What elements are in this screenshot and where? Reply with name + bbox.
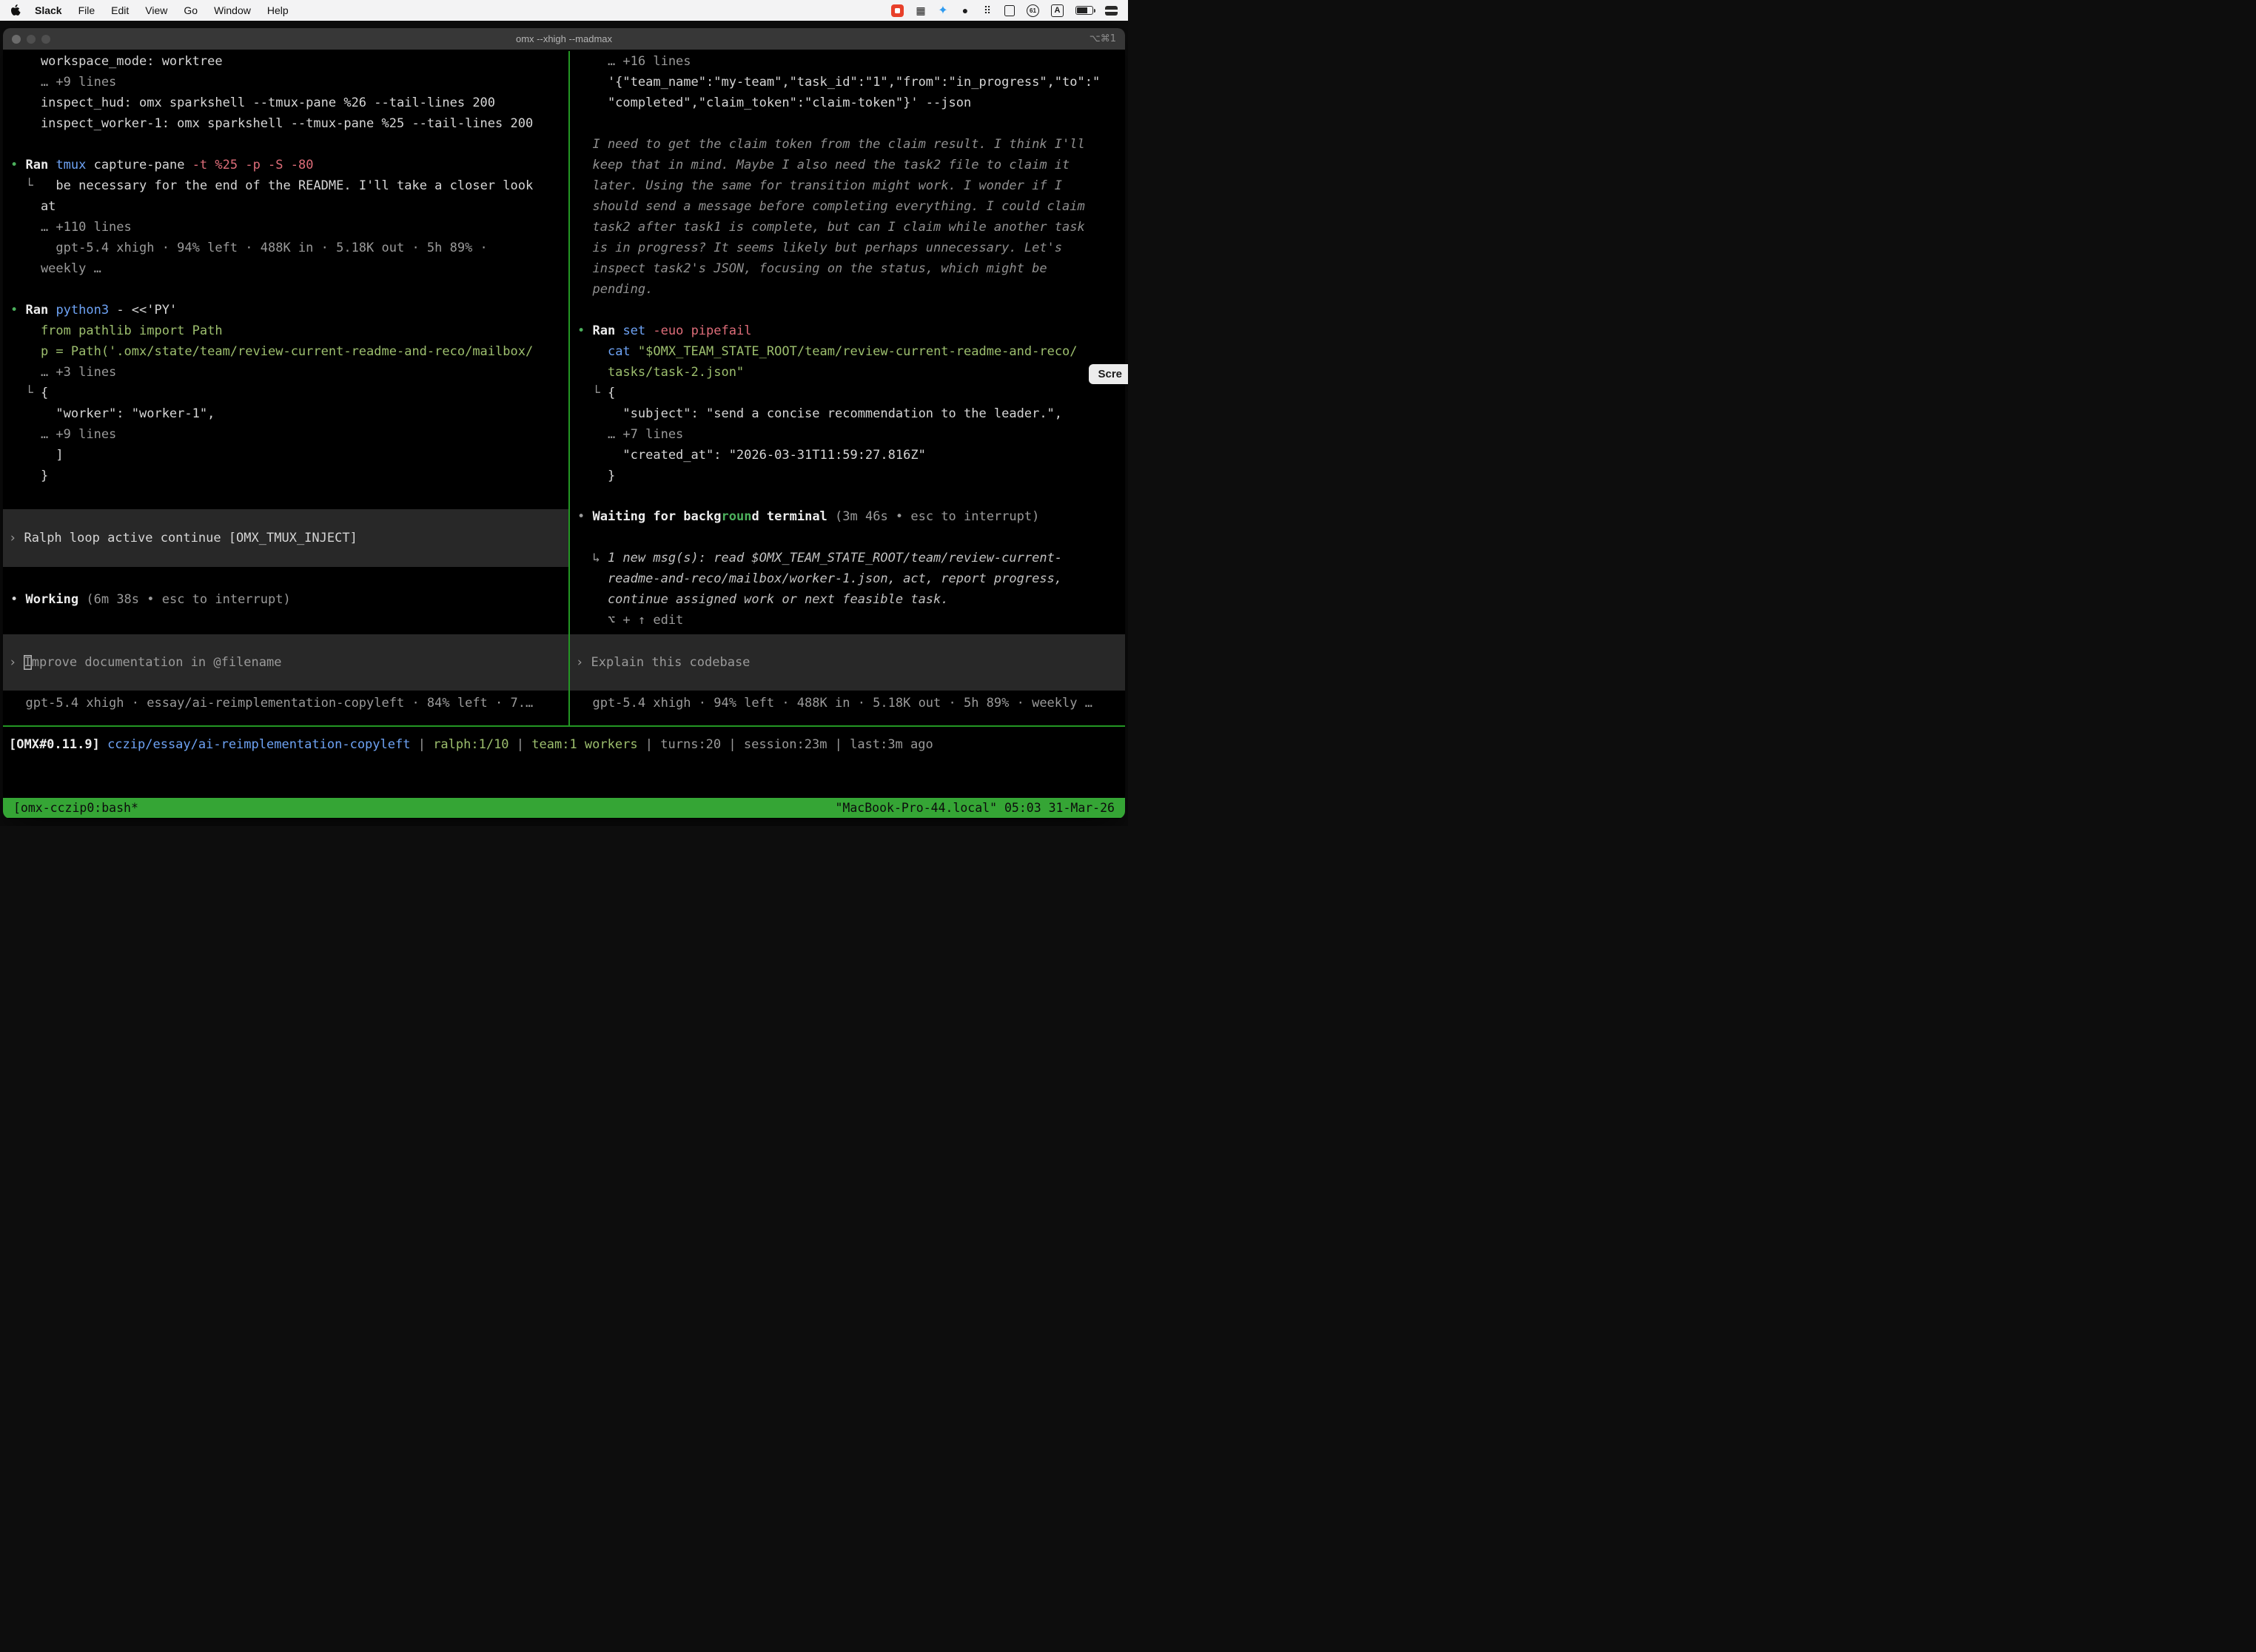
traffic-lights <box>12 35 50 44</box>
terminal-line: … +3 lines <box>3 362 568 383</box>
terminal-line: … +16 lines <box>570 51 1125 72</box>
right-pane[interactable]: … +16 lines '{"team_name":"my-team","tas… <box>570 51 1125 725</box>
terminal-line: should send a message before completing … <box>570 196 1125 217</box>
terminal-line: gpt-5.4 xhigh · 94% left · 488K in · 5.1… <box>3 238 568 258</box>
battery-icon[interactable] <box>1075 6 1093 15</box>
spacer <box>570 486 1125 506</box>
terminal-line: weekly … <box>3 258 568 279</box>
terminal-line: … +9 lines <box>3 424 568 445</box>
pane-bottom-border <box>3 725 1125 727</box>
terminal-line: • Ran python3 - <<'PY' <box>3 300 568 320</box>
terminal-line: from pathlib import Path <box>3 320 568 341</box>
terminal-line: is in progress? It seems likely but perh… <box>570 238 1125 258</box>
screen-recording-indicator[interactable] <box>891 4 904 17</box>
close-button[interactable] <box>12 35 21 44</box>
terminal-line: workspace_mode: worktree <box>3 51 568 72</box>
terminal-line: ⌥ + ↑ edit <box>570 610 1125 631</box>
menu-item-edit[interactable]: Edit <box>103 4 137 16</box>
minimize-button[interactable] <box>27 35 36 44</box>
meter-icon[interactable]: 61 <box>1027 4 1039 17</box>
terminal-line: task2 after task1 is complete, but can I… <box>570 217 1125 238</box>
left-pane[interactable]: workspace_mode: worktree … +9 lines insp… <box>3 51 568 725</box>
terminal-line: ] <box>3 445 568 466</box>
tmux-session-name: [omx-cczip0:bash* <box>13 801 138 815</box>
terminal-line: keep that in mind. Maybe I also need the… <box>570 155 1125 175</box>
terminal-line: } <box>3 466 568 486</box>
terminal-line: └ { <box>3 383 568 403</box>
terminal-line: └ { <box>570 383 1125 403</box>
terminal-line: "subject": "send a concise recommendatio… <box>570 403 1125 424</box>
menu-item-view[interactable]: View <box>137 4 175 16</box>
terminal-line: I need to get the claim token from the c… <box>570 134 1125 155</box>
menu-item-help[interactable]: Help <box>259 4 297 16</box>
terminal-line: … +9 lines <box>3 72 568 93</box>
terminal-line: … +7 lines <box>570 424 1125 445</box>
terminal-line: … +110 lines <box>3 217 568 238</box>
zoom-button[interactable] <box>41 35 50 44</box>
window-title-bar[interactable]: omx --xhigh --madmax ⌥⌘1 <box>3 28 1125 50</box>
tmux-host-clock: "MacBook-Pro-44.local" 05:03 31-Mar-26 <box>836 801 1115 815</box>
window-shortcut-hint: ⌥⌘1 <box>1090 28 1116 50</box>
prompt-input[interactable]: › Improve documentation in @filename <box>3 634 568 691</box>
screen-capture-overlay[interactable]: Scre <box>1089 364 1128 384</box>
terminal-line: gpt-5.4 xhigh · 94% left · 488K in · 5.1… <box>570 693 1125 713</box>
terminal-window: omx --xhigh --madmax ⌥⌘1 workspace_mode:… <box>3 28 1125 819</box>
input-source-icon[interactable]: A <box>1051 4 1064 17</box>
menu-item-slack[interactable]: Slack <box>27 4 70 16</box>
tmux-inject-banner: › Ralph loop active continue [OMX_TMUX_I… <box>3 509 568 567</box>
terminal-line <box>3 134 568 155</box>
spacer <box>3 610 568 634</box>
spacer <box>570 527 1125 548</box>
terminal-line: inspect_worker-1: omx sparkshell --tmux-… <box>3 113 568 134</box>
terminal-line: • Waiting for background terminal (3m 46… <box>570 506 1125 527</box>
terminal-line: "created_at": "2026-03-31T11:59:27.816Z" <box>570 445 1125 466</box>
terminal-body: workspace_mode: worktree … +9 lines insp… <box>3 51 1125 819</box>
terminal-line <box>570 300 1125 320</box>
terminal-line: later. Using the same for transition mig… <box>570 175 1125 196</box>
terminal-line: p = Path('.omx/state/team/review-current… <box>3 341 568 362</box>
terminal-line: • Working (6m 38s • esc to interrupt) <box>3 589 568 610</box>
terminal-line: • Ran tmux capture-pane -t %25 -p -S -80 <box>3 155 568 175</box>
terminal-line: inspect_hud: omx sparkshell --tmux-pane … <box>3 93 568 113</box>
control-center-icon[interactable] <box>1105 6 1118 16</box>
window-title: omx --xhigh --madmax <box>516 33 612 44</box>
menu-item-window[interactable]: Window <box>206 4 259 16</box>
terminal-line: pending. <box>570 279 1125 300</box>
omx-session-summary: [OMX#0.11.9] cczip/essay/ai-reimplementa… <box>3 734 1125 755</box>
terminal-line: └ be necessary for the end of the README… <box>3 175 568 196</box>
dots-grid-icon[interactable]: ⠿ <box>982 4 993 17</box>
terminal-line <box>3 279 568 300</box>
terminal-line: } <box>570 466 1125 486</box>
terminal-line: at <box>3 196 568 217</box>
menu-item-file[interactable]: File <box>70 4 104 16</box>
terminal-line <box>570 113 1125 134</box>
terminal-line: ↳ 1 new msg(s): read $OMX_TEAM_STATE_ROO… <box>570 548 1125 568</box>
terminal-line: readme-and-reco/mailbox/worker-1.json, a… <box>570 568 1125 589</box>
menu-bar-left: SlackFileEditViewGoWindowHelp <box>10 4 297 16</box>
tmux-status-bar: [omx-cczip0:bash* "MacBook-Pro-44.local"… <box>3 798 1125 818</box>
menu-bar-status-icons: ▦ ✦ ● ⠿ 61 A <box>891 4 1118 17</box>
spacer <box>3 567 568 589</box>
terminal-line: inspect task2's JSON, focusing on the st… <box>570 258 1125 279</box>
app-circle-icon[interactable]: ● <box>960 4 970 17</box>
omx-status-line: [OMX#0.11.9] cczip/essay/ai-reimplementa… <box>3 734 1125 755</box>
spacer <box>3 486 568 509</box>
menu-item-go[interactable]: Go <box>175 4 206 16</box>
terminal-line: "worker": "worker-1", <box>3 403 568 424</box>
terminal-line: "completed","claim_token":"claim-token"}… <box>570 93 1125 113</box>
phone-icon[interactable] <box>1004 5 1015 16</box>
prompt-suggestion[interactable]: › Explain this codebase <box>570 634 1125 691</box>
terminal-line: gpt-5.4 xhigh · essay/ai-reimplementatio… <box>3 693 568 713</box>
terminal-line: continue assigned work or next feasible … <box>570 589 1125 610</box>
terminal-line: cat "$OMX_TEAM_STATE_ROOT/team/review-cu… <box>570 341 1125 362</box>
desktop: SlackFileEditViewGoWindowHelp ▦ ✦ ● ⠿ 61 A om… <box>0 0 1128 826</box>
terminal-line: • Ran set -euo pipefail <box>570 320 1125 341</box>
terminal-line: '{"team_name":"my-team","task_id":"1","f… <box>570 72 1125 93</box>
window-grid-icon[interactable]: ▦ <box>916 4 926 17</box>
menu-bar: SlackFileEditViewGoWindowHelp ▦ ✦ ● ⠿ 61 A <box>0 0 1128 21</box>
apple-menu-icon[interactable] <box>10 4 21 16</box>
terminal-line: tasks/task-2.json" <box>570 362 1125 383</box>
swift-icon[interactable]: ✦ <box>938 4 948 17</box>
